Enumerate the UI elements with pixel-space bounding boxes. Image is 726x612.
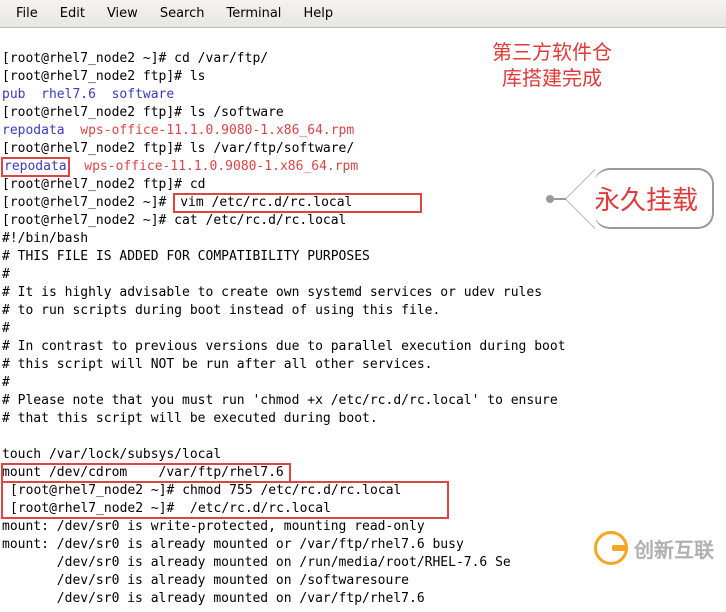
terminal-output[interactable]: [root@rhel7_node2 ~]# cd /var/ftp/ [root… (0, 28, 726, 612)
arrow-dot-icon (546, 195, 554, 203)
term-line: # this script will NOT be run after all … (2, 357, 432, 372)
term-line: # (2, 267, 10, 282)
annotation-permanent-mount: 永久挂载 (546, 168, 714, 229)
term-line: [root@rhel7_node2 ~]# cat /etc/rc.d/rc.l… (2, 213, 346, 228)
term-line: # to run scripts during boot instead of … (2, 303, 440, 318)
chevron-left-icon (566, 169, 596, 229)
annotation-repo-built: 第三方软件仓 库搭建完成 (492, 40, 612, 92)
term-line: # (2, 375, 10, 390)
menu-edit[interactable]: Edit (50, 4, 95, 23)
term-line: # It is highly advisable to create own s… (2, 285, 542, 300)
rpm-file: wps-office-11.1.0.9080-1.x86_64.rpm (80, 123, 354, 138)
dir-software: software (112, 87, 175, 102)
menu-search[interactable]: Search (150, 4, 215, 23)
term-line: /dev/sr0 is already mounted on /software… (2, 573, 409, 588)
term-line: # (2, 321, 10, 336)
term-line: /dev/sr0 is already mounted on /var/ftp/… (2, 591, 425, 606)
cmd-chmod: chmod 755 /etc/rc.d/rc.local (174, 483, 440, 498)
cmd-chmod-boxed: [root@rhel7_node2 ~]# chmod 755 /etc/rc.… (2, 482, 448, 518)
rpm-file: wps-office-11.1.0.9080-1.x86_64.rpm (84, 159, 358, 174)
dir-repodata-boxed: repodata (2, 158, 69, 176)
term-line: [root@rhel7_node2 ~]# cd /var/ftp/ (2, 51, 268, 66)
term-line: [root@rhel7_node2 ftp]# cd (2, 177, 206, 192)
term-line: # THIS FILE IS ADDED FOR COMPATIBILITY P… (2, 249, 370, 264)
annotation-bubble: 永久挂载 (594, 168, 714, 229)
term-line: # Please note that you must run 'chmod +… (2, 393, 558, 408)
prompt: [root@rhel7_node2 ~]# (10, 501, 174, 516)
menu-view[interactable]: View (97, 4, 148, 23)
term-line: #!/bin/bash (2, 231, 88, 246)
annotation-line1: 第三方软件仓 (492, 40, 612, 66)
term-line: mount: /dev/sr0 is already mounted or /v… (2, 537, 464, 552)
menu-terminal[interactable]: Terminal (216, 4, 291, 23)
cmd-vim-rclocal: vim /etc/rc.d/rc.local (174, 194, 421, 212)
prompt: [root@rhel7_node2 ~]# (10, 483, 174, 498)
menu-help[interactable]: Help (293, 4, 343, 23)
term-line: /dev/sr0 is already mounted on /run/medi… (2, 555, 511, 570)
term-line: # that this script will be executed duri… (2, 411, 378, 426)
term-line: # In contrast to previous versions due t… (2, 339, 566, 354)
term-line: touch /var/lock/subsys/local (2, 447, 221, 462)
cmd-run-rclocal: /etc/rc.d/rc.local (174, 501, 331, 516)
term-line: [root@rhel7_node2 ~]# (2, 195, 174, 210)
menubar: File Edit View Search Terminal Help (0, 0, 726, 28)
term-line: [root@rhel7_node2 ftp]# ls (2, 69, 206, 84)
dir-rhel76: rhel7.6 (41, 87, 96, 102)
annotation-line2: 库搭建完成 (492, 66, 612, 92)
cmd-mount-boxed: mount /dev/cdrom /var/ftp/rhel7.6 (2, 464, 290, 482)
term-line: [root@rhel7_node2 ftp]# ls /software (2, 105, 284, 120)
dir-pub: pub (2, 87, 25, 102)
term-line: [root@rhel7_node2 ftp]# ls /var/ftp/soft… (2, 141, 354, 156)
term-line: mount: /dev/sr0 is write-protected, moun… (2, 519, 425, 534)
arrow-line-icon (554, 198, 566, 200)
dir-repodata: repodata (2, 123, 65, 138)
menu-file[interactable]: File (6, 4, 48, 23)
